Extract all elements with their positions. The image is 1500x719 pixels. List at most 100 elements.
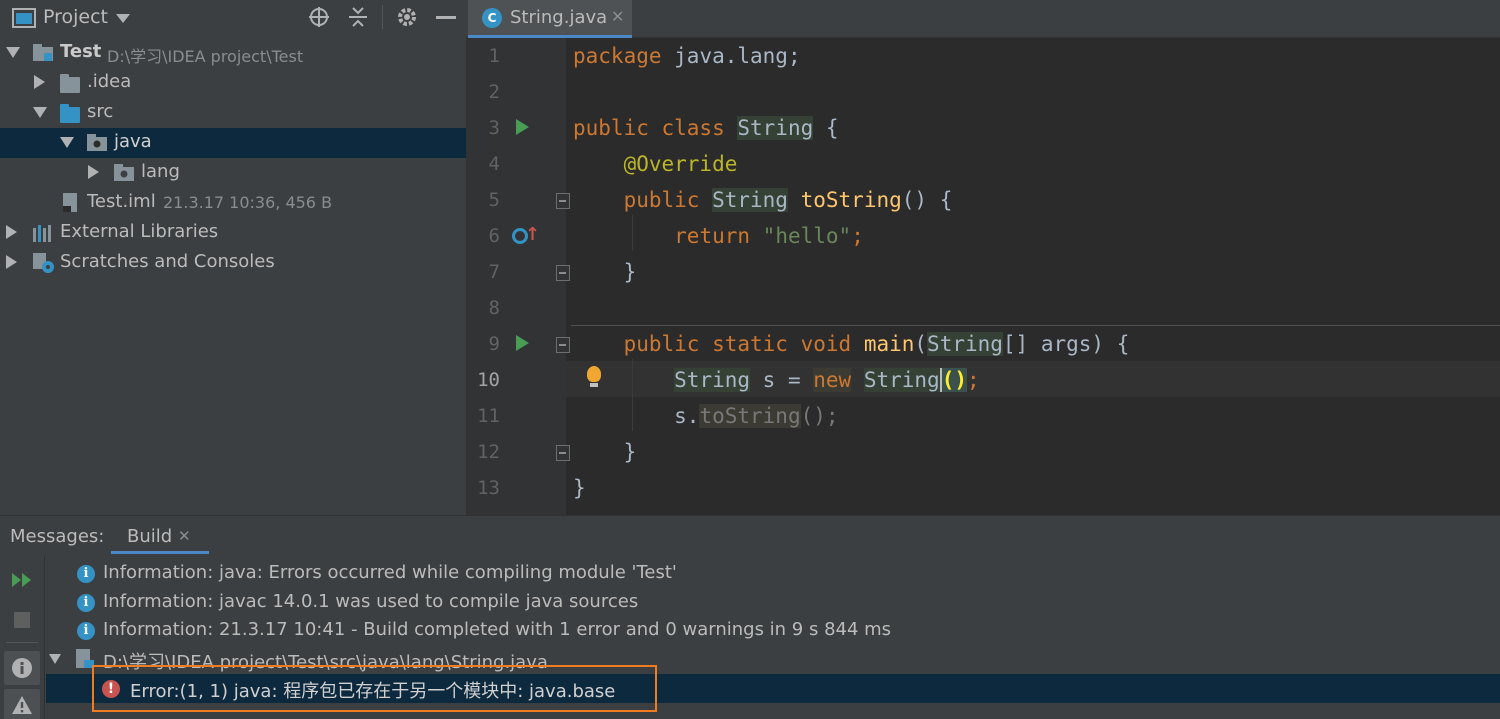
- code-token: String: [737, 116, 814, 140]
- chevron-down-icon[interactable]: [60, 137, 74, 148]
- tree-item-label: External Libraries: [60, 221, 219, 242]
- code-token: new: [813, 368, 852, 392]
- tree-item-test[interactable]: Test D:\学习\IDEA project\Test: [0, 38, 466, 68]
- run-icon[interactable]: [516, 335, 529, 351]
- warning-filter-button[interactable]: [4, 689, 40, 719]
- message-text: Information: javac 14.0.1 was used to co…: [103, 591, 639, 612]
- folder-icon: [60, 74, 80, 93]
- code-token: return: [674, 224, 751, 248]
- line-number: 2: [488, 81, 500, 103]
- tree-item-test-iml[interactable]: Test.iml 21.3.17 10:36, 456 B: [0, 188, 466, 218]
- info-icon: [12, 658, 32, 678]
- code-token: ;: [851, 224, 864, 248]
- line-number: 4: [488, 153, 500, 175]
- code-token: public class: [573, 116, 725, 140]
- code-token: ;: [966, 368, 980, 392]
- project-view-icon[interactable]: [12, 8, 36, 28]
- chevron-right-icon[interactable]: [6, 225, 17, 239]
- file-meta: 21.3.17 10:36, 456 B: [163, 193, 333, 212]
- line-number: 5: [488, 189, 500, 211]
- tree-item-label: .idea: [87, 71, 132, 92]
- chevron-down-icon[interactable]: [6, 47, 20, 58]
- message-row-info[interactable]: i Information: javac 14.0.1 was used to …: [46, 588, 1500, 617]
- tree-item-idea[interactable]: .idea: [0, 68, 466, 98]
- warning-icon: [12, 696, 32, 714]
- code-token: (): [941, 368, 967, 392]
- code-line-1: package java.lang;: [573, 38, 801, 74]
- chevron-right-icon[interactable]: [34, 75, 45, 89]
- message-row-info[interactable]: i Information: 21.3.17 10:41 - Build com…: [46, 616, 1500, 645]
- code-token: }: [573, 476, 586, 500]
- message-row-info[interactable]: i Information: java: Errors occurred whi…: [46, 559, 1500, 588]
- minimize-icon[interactable]: [436, 16, 456, 19]
- line-number: 10: [477, 369, 500, 391]
- chevron-down-icon[interactable]: [49, 654, 61, 664]
- message-text: Information: 21.3.17 10:41 - Build compl…: [103, 619, 892, 640]
- chevron-right-icon[interactable]: [88, 165, 99, 179]
- line-number: 1: [488, 45, 500, 67]
- tab-build[interactable]: Build ✕: [111, 516, 209, 554]
- tree-item-label: Test: [60, 41, 102, 62]
- locate-icon[interactable]: [308, 6, 330, 28]
- code-line-6: return "hello";: [573, 218, 864, 254]
- project-panel: Project Test D:\学习\IDEA project\Test .id…: [0, 0, 466, 515]
- code-line-13: }: [573, 470, 586, 506]
- code-token: (: [914, 332, 928, 356]
- run-icon[interactable]: [516, 119, 529, 135]
- code-token: String: [674, 368, 751, 392]
- chevron-right-icon[interactable]: [6, 255, 17, 269]
- messages-toolbar: [0, 556, 45, 719]
- code-token: }: [623, 260, 637, 284]
- info-filter-button[interactable]: [4, 651, 40, 685]
- tree-item-label: lang: [141, 161, 180, 182]
- chevron-down-icon[interactable]: [116, 14, 130, 23]
- code-token: main: [863, 332, 915, 356]
- line-number: 6: [488, 225, 500, 247]
- editor-gutter: 1 2 3 4 5 6 7 8 9 10 11 12 13 ↑: [466, 38, 570, 515]
- stop-icon[interactable]: [13, 611, 31, 629]
- message-text: Information: java: Errors occurred while…: [103, 562, 677, 583]
- code-token: [] args) {: [1002, 332, 1130, 356]
- tree-item-lang[interactable]: lang: [0, 158, 466, 188]
- code-line-7: }: [573, 254, 637, 290]
- gear-icon[interactable]: [396, 6, 418, 28]
- code-token: String: [712, 188, 788, 212]
- code-line-12: }: [573, 434, 637, 470]
- editor: C String.java ✕ 1 2 3 4 5 6 7 8 9 10 11 …: [466, 0, 1500, 515]
- line-number: 8: [488, 297, 500, 319]
- code-area[interactable]: package java.lang; public class String {…: [566, 38, 1500, 515]
- scratches-icon: [33, 253, 54, 273]
- line-number: 3: [488, 117, 500, 139]
- package-icon: [114, 164, 134, 181]
- override-arrow-icon: ↑: [525, 224, 541, 245]
- chevron-down-icon[interactable]: [33, 107, 47, 118]
- source-folder-icon: [60, 104, 80, 123]
- iml-file-icon: [63, 193, 77, 212]
- tree-item-java[interactable]: java: [0, 128, 466, 158]
- code-token: String: [927, 332, 1003, 356]
- libraries-icon: [33, 225, 51, 242]
- code-line-5: public String toString() {: [573, 182, 952, 218]
- close-icon[interactable]: ✕: [611, 7, 624, 26]
- line-number: 13: [477, 477, 500, 499]
- tree-item-src[interactable]: src: [0, 98, 466, 128]
- tree-item-label: src: [87, 101, 114, 122]
- tab-string-java[interactable]: C String.java ✕: [468, 0, 632, 38]
- collapse-all-icon[interactable]: [347, 6, 369, 28]
- code-token: public: [623, 188, 700, 212]
- tree-item-external-libraries[interactable]: External Libraries: [0, 218, 466, 248]
- code-line-11: s.toString();: [573, 398, 839, 434]
- code-token: String: [863, 368, 942, 392]
- messages-title: Messages:: [10, 526, 105, 547]
- tree-item-label: Test.iml: [87, 191, 156, 212]
- tree-item-label: java: [114, 131, 152, 152]
- project-title[interactable]: Project: [43, 6, 108, 28]
- editor-tab-bar: C String.java ✕: [466, 0, 1500, 38]
- rerun-icon[interactable]: [10, 572, 34, 588]
- tree-item-scratches[interactable]: Scratches and Consoles: [0, 248, 466, 278]
- close-icon[interactable]: ✕: [178, 527, 191, 545]
- tree-item-label: Scratches and Consoles: [60, 251, 275, 272]
- error-highlight-box: [92, 665, 657, 712]
- code-token: toString: [699, 404, 801, 428]
- project-path: D:\学习\IDEA project\Test: [107, 47, 304, 66]
